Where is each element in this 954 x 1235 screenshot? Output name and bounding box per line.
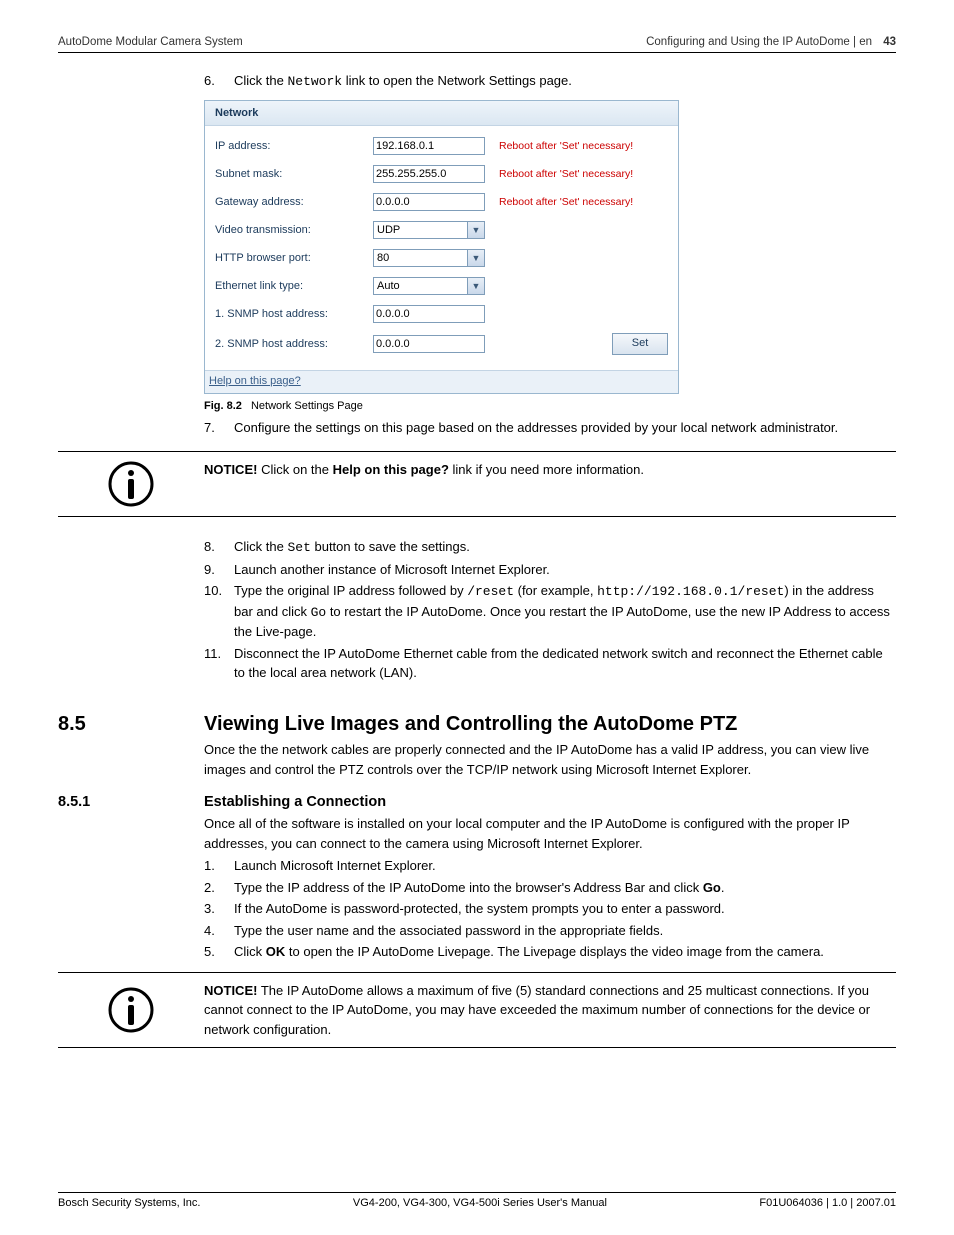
step-6: 6. Click the Network link to open the Ne… <box>204 71 896 92</box>
step-851-3: 3. If the AutoDome is password-protected… <box>204 899 896 919</box>
row-ethernet: Ethernet link type: Auto ▼ <box>215 272 668 300</box>
video-transmission-select[interactable]: UDP ▼ <box>373 221 485 239</box>
section-8-5-1: 8.5.1 Establishing a Connection <box>58 794 896 810</box>
row-subnet: Subnet mask: Reboot after 'Set' necessar… <box>215 160 668 188</box>
page-header: AutoDome Modular Camera System Configuri… <box>58 36 896 53</box>
page-number: 43 <box>883 36 896 48</box>
section-8-5: 8.5 Viewing Live Images and Controlling … <box>58 713 896 736</box>
row-video: Video transmission: UDP ▼ <box>215 216 668 244</box>
step-851-5: 5. Click OK to open the IP AutoDome Live… <box>204 942 896 962</box>
step-851-2: 2. Type the IP address of the IP AutoDom… <box>204 878 896 898</box>
step-7: 7. Configure the settings on this page b… <box>204 418 896 438</box>
chevron-down-icon: ▼ <box>467 278 484 294</box>
header-left: AutoDome Modular Camera System <box>58 36 243 48</box>
chevron-down-icon: ▼ <box>467 222 484 238</box>
info-icon <box>58 452 204 516</box>
row-http: HTTP browser port: 80 ▼ <box>215 244 668 272</box>
row-ip: IP address: Reboot after 'Set' necessary… <box>215 132 668 160</box>
subnet-warn: Reboot after 'Set' necessary! <box>499 168 633 180</box>
notice-block-2: NOTICE! The IP AutoDome allows a maximum… <box>58 972 896 1049</box>
step-10: 10. Type the original IP address followe… <box>204 581 896 642</box>
network-settings-screenshot: Network IP address: Reboot after 'Set' n… <box>204 100 679 394</box>
chevron-down-icon: ▼ <box>467 250 484 266</box>
page-footer: Bosch Security Systems, Inc. VG4-200, VG… <box>58 1192 896 1209</box>
step-8: 8. Click the Set button to save the sett… <box>204 537 896 558</box>
snmp2-input[interactable] <box>373 335 485 353</box>
gateway-warn: Reboot after 'Set' necessary! <box>499 196 633 208</box>
notice-block-1: NOTICE! Click on the Help on this page? … <box>58 451 896 517</box>
subnet-input[interactable] <box>373 165 485 183</box>
footer-left: Bosch Security Systems, Inc. <box>58 1197 200 1209</box>
http-port-select[interactable]: 80 ▼ <box>373 249 485 267</box>
ip-address-input[interactable] <box>373 137 485 155</box>
footer-right: F01U064036 | 1.0 | 2007.01 <box>759 1197 896 1209</box>
step-9: 9. Launch another instance of Microsoft … <box>204 560 896 580</box>
step-11: 11. Disconnect the IP AutoDome Ethernet … <box>204 644 896 683</box>
header-right: Configuring and Using the IP AutoDome | … <box>646 36 896 48</box>
ip-warn: Reboot after 'Set' necessary! <box>499 140 633 152</box>
row-gateway: Gateway address: Reboot after 'Set' nece… <box>215 188 668 216</box>
step-851-1: 1. Launch Microsoft Internet Explorer. <box>204 856 896 876</box>
info-icon <box>58 973 204 1048</box>
section-8-5-para: Once the the network cables are properly… <box>204 740 896 780</box>
set-button[interactable]: Set <box>612 333 668 355</box>
ethernet-link-select[interactable]: Auto ▼ <box>373 277 485 295</box>
footer-center: VG4-200, VG4-300, VG4-500i Series User's… <box>353 1197 607 1209</box>
section-8-5-1-para: Once all of the software is installed on… <box>204 814 896 854</box>
row-snmp1: 1. SNMP host address: <box>215 300 668 328</box>
row-snmp2: 2. SNMP host address: Set <box>215 328 668 360</box>
gateway-input[interactable] <box>373 193 485 211</box>
step-851-4: 4. Type the user name and the associated… <box>204 921 896 941</box>
figure-caption: Fig. 8.2 Network Settings Page <box>204 400 896 412</box>
panel-title: Network <box>205 101 678 126</box>
snmp1-input[interactable] <box>373 305 485 323</box>
help-on-page-link[interactable]: Help on this page? <box>205 370 678 393</box>
